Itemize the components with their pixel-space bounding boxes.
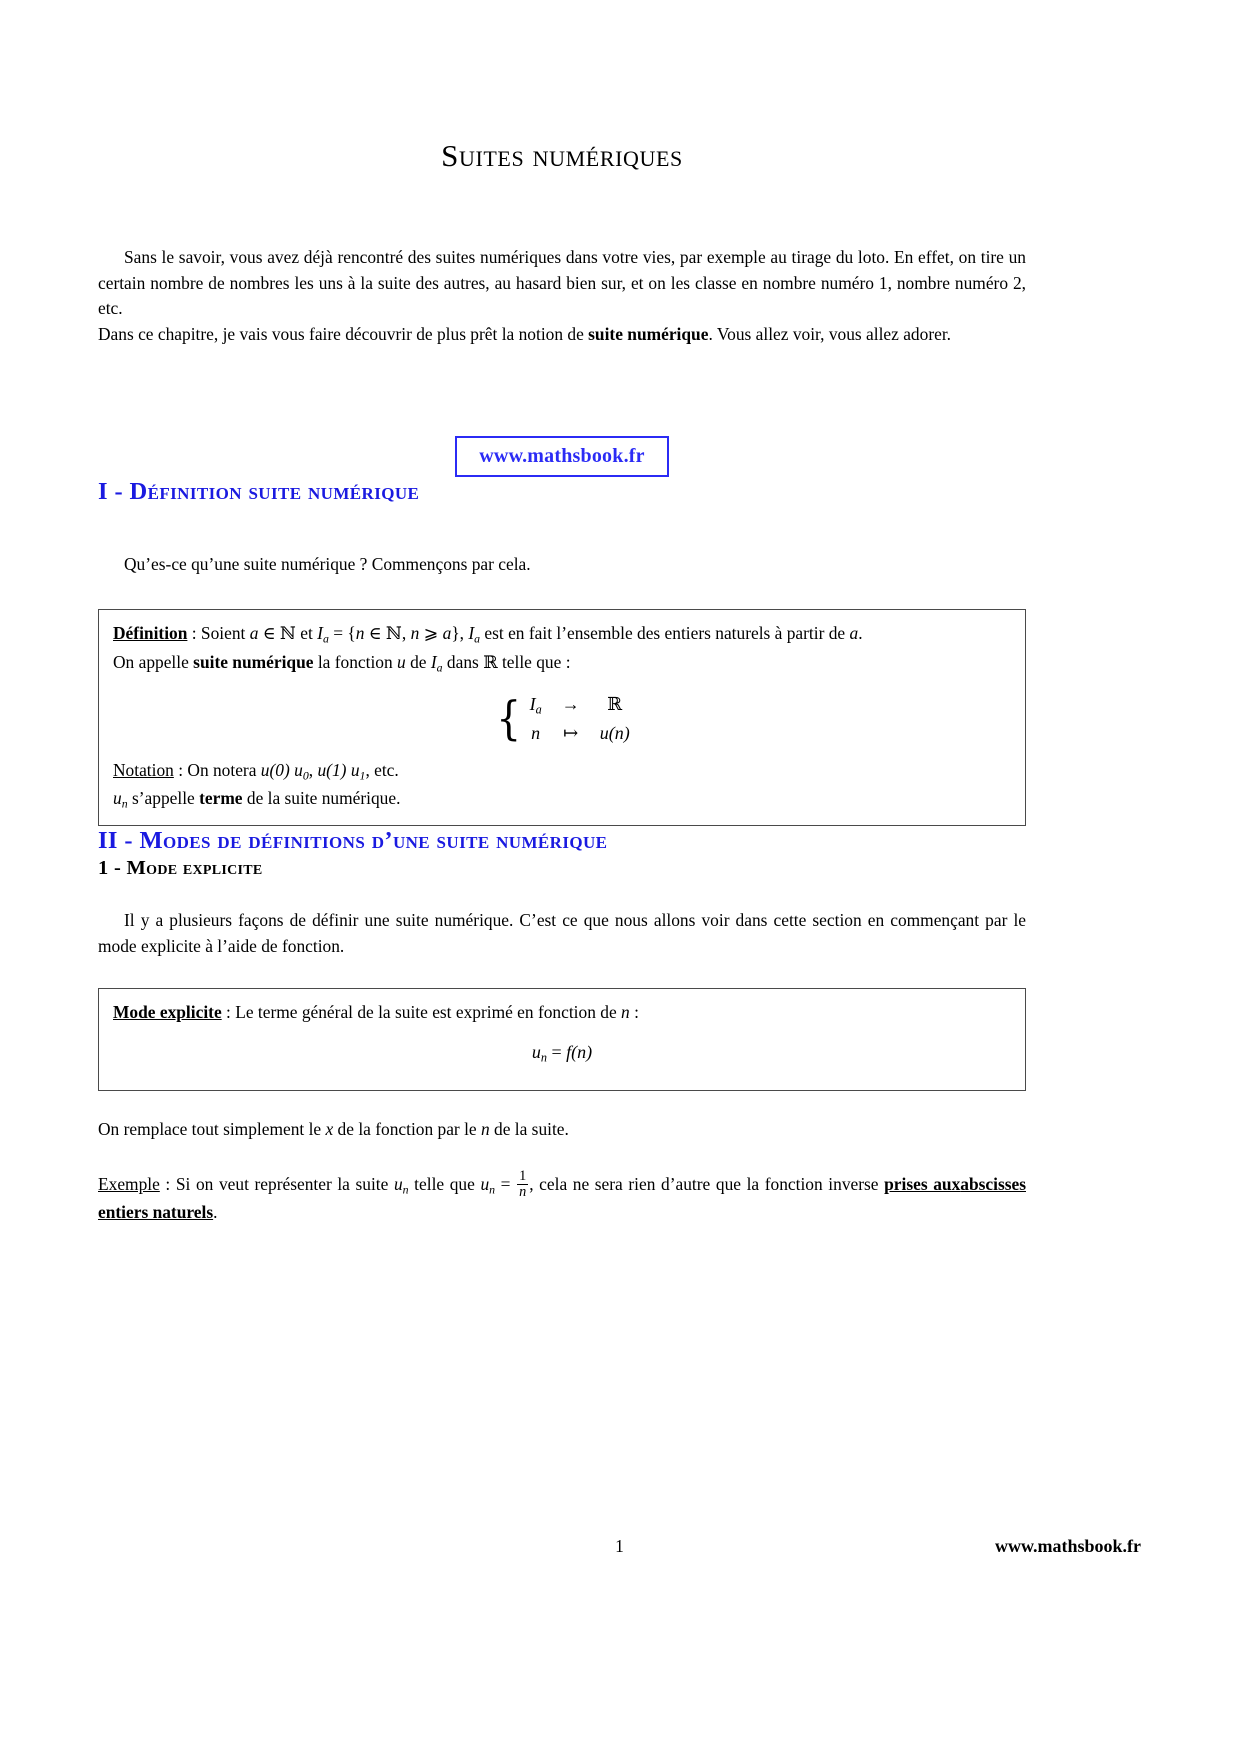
page-number: 1 (615, 1536, 624, 1556)
after-box-part1: On remplace tout simplement le (98, 1119, 326, 1140)
example-equals: = (495, 1174, 517, 1194)
math-u-0b: u (294, 760, 303, 781)
math-in: ∈ (258, 623, 281, 644)
intro-p2-after: . Vous allez voir, vous allez adorer. (708, 323, 952, 344)
math-u: u (397, 651, 406, 672)
math-reals: ℝ (483, 652, 498, 673)
system-u: u (599, 723, 609, 744)
formula-equals: = (546, 1041, 567, 1062)
math-u-1a-arg: (1) (326, 760, 351, 781)
intro-p2-bold: suite numérique (588, 323, 709, 344)
definition-label: Définition (113, 623, 188, 644)
system-rows: Ia → ℝ n ↦ u(n) (530, 691, 630, 748)
after-box-paragraph: On remplace tout simplement le x de la f… (98, 1117, 1026, 1143)
example-paragraph: Exemple : Si on veut représenter la suit… (98, 1169, 1026, 1226)
page-content: Suites numériques Sans le savoir, vous a… (98, 0, 1026, 1226)
definition-et: et (295, 623, 318, 644)
math-naturals: ℕ (280, 624, 296, 645)
intro-paragraph-1: Sans le savoir, vous avez déjà rencontré… (98, 247, 1026, 319)
page-title: Suites numériques (441, 138, 683, 173)
math-u-1a: u (317, 760, 327, 781)
document-page: Suites numériques Sans le savoir, vous a… (0, 0, 1239, 1754)
notation-etc: , etc. (365, 760, 399, 781)
mode-explicite-text-part1: : Le terme général de la suite est expri… (221, 1001, 622, 1022)
definition-line1-part1: : Soient (187, 623, 250, 644)
math-set-open: = { (328, 623, 356, 644)
definition-system-display: { Ia → ℝ n ↦ u(n) (113, 691, 1011, 748)
example-un: u (393, 1174, 403, 1194)
section-1-lead-paragraph: Qu’es-ce qu’une suite numérique ? Commen… (124, 553, 531, 574)
mode-explicite-box: Mode explicite : Le terme général de la … (98, 987, 1026, 1092)
mapsto-icon: ↦ (563, 723, 579, 744)
after-box-part2: de la fonction par le (333, 1119, 481, 1140)
section-heading-2: II - Modes de définitions d’une suite nu… (98, 827, 608, 855)
math-n-mode: n (621, 1001, 630, 1022)
left-brace-icon: { (496, 691, 522, 745)
math-un: u (113, 788, 122, 809)
definition-line2-part2: la fonction (313, 651, 398, 672)
math-u-1b: u (350, 760, 360, 781)
example-part3: , cela ne sera rien d’autre que la fonct… (529, 1174, 885, 1194)
notation-line2-part2: de la suite numérique. (242, 788, 401, 809)
intro-p2-before: Dans ce chapitre, je vais vous faire déc… (98, 323, 589, 344)
mode-explicite-line-1: Mode explicite : Le terme général de la … (113, 999, 1011, 1025)
footer-site: www.mathsbook.fr (994, 1536, 1141, 1556)
system-row2-image: u(n) (600, 720, 630, 747)
after-box-part3: de la suite. (489, 1119, 569, 1140)
definition-line1-period: . (858, 623, 863, 644)
example-bold-underline-1: prises aux (884, 1174, 961, 1194)
fraction-numerator: 1 (519, 1168, 527, 1185)
math-n-after: n (480, 1119, 490, 1140)
system-I-subscript: a (535, 701, 542, 716)
section-heading-1: I - Définition suite numérique (98, 477, 420, 505)
system-reals: ℝ (607, 693, 623, 715)
math-set-close: }, (451, 623, 469, 644)
mathsbook-badge-wrap: www.mathsbook.fr (98, 435, 1026, 477)
notation-line-1: Notation : On notera u(0) u0, u(1) u1, e… (113, 757, 1011, 785)
definition-line2-part1: On appelle (113, 651, 194, 672)
notation-label: Notation (113, 760, 174, 781)
example-label: Exemple (98, 1174, 160, 1194)
definition-line1-rest: est en fait l’ensemble des entiers natur… (480, 623, 850, 644)
mode-explicite-formula: un = f(n) (113, 1039, 1011, 1067)
definition-line2-part5: telle que : (497, 651, 571, 672)
formula-u: u (531, 1041, 541, 1062)
math-a-2: a (442, 623, 452, 644)
fraction-one-over-n: 1n (517, 1168, 529, 1200)
math-u-0a: u (260, 760, 270, 781)
subsection-heading-1: 1 - Mode explicite (98, 856, 263, 879)
definition-line-2: On appelle suite numérique la fonction u… (113, 649, 1011, 677)
arrow-right-icon: → (561, 693, 580, 714)
example-part2: telle que (408, 1174, 481, 1194)
math-in-naturals: ∈ ℕ, (364, 623, 411, 644)
formula-f-arg: (n) (571, 1041, 593, 1062)
notation-line2-part1: s’appelle (127, 788, 200, 809)
math-u-0a-arg: (0) (269, 760, 295, 781)
notation-line2-bold: terme (199, 788, 243, 809)
math-geq: ⩾ (419, 623, 443, 644)
definition-line2-bold: suite numérique (193, 651, 314, 672)
definition-box: Définition : Soient a ∈ ℕ et Ia = { n ∈ ℕ… (98, 609, 1026, 827)
definition-line2-part3: de (405, 651, 431, 672)
example-end: . (213, 1201, 218, 1222)
definition-line-1: Définition : Soient a ∈ ℕ et Ia = {n ∈ ℕ… (113, 620, 1011, 648)
example-part1: : Si on veut représenter la suite (159, 1174, 394, 1194)
mathsbook-badge[interactable]: www.mathsbook.fr (455, 435, 669, 477)
fraction-denominator: n (517, 1183, 529, 1200)
definition-line2-part4: dans (442, 651, 484, 672)
system-row1-domain: Ia (530, 691, 542, 719)
notation-line1-part1: : On notera (173, 760, 261, 781)
intro-paragraph-2: Dans ce chapitre, je vais vous faire déc… (98, 322, 1026, 348)
example-un2: u (480, 1174, 490, 1194)
math-a-3: a (849, 623, 859, 644)
system-u-arg: (n) (608, 723, 630, 744)
notation-line-2: un s’appelle terme de la suite numérique… (113, 785, 1011, 813)
subsection-1-paragraph: Il y a plusieurs façons de définir une s… (98, 910, 1026, 956)
system-n: n (531, 723, 541, 744)
brace-system: { Ia → ℝ n ↦ u(n) (494, 691, 629, 748)
mode-explicite-text-part2: : (629, 1001, 639, 1022)
mode-explicite-label: Mode explicite (113, 1001, 222, 1022)
